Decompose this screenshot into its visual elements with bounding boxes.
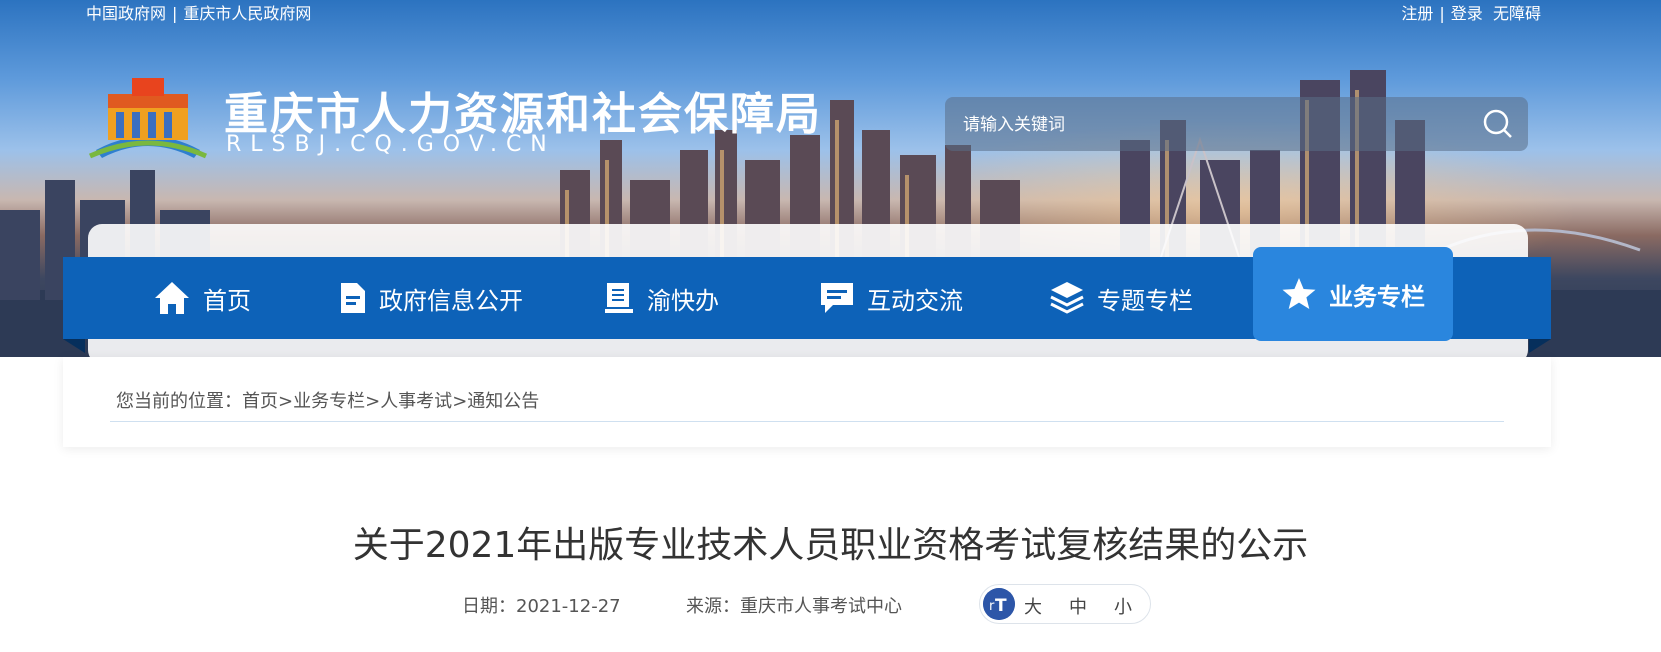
chat-icon: [821, 283, 853, 313]
nav-item-label: 互动交流: [867, 286, 963, 315]
article-source: 来源：重庆市人事考试中心: [686, 592, 902, 618]
nav-item-label: 业务专栏: [1329, 282, 1425, 311]
nav-item-label: 首页: [203, 286, 251, 315]
top-links-right: 注册 | 登录 无障碍: [1401, 0, 1541, 24]
nav-item-label: 政府信息公开: [379, 286, 523, 315]
source-value: 重庆市人事考试中心: [740, 596, 902, 617]
svg-text:T: T: [995, 596, 1007, 616]
top-links-left: 中国政府网 | 重庆市人民政府网: [86, 0, 311, 24]
link-separator: |: [1439, 4, 1445, 23]
breadcrumb-separator: >: [452, 391, 468, 412]
login-link[interactable]: 登录: [1451, 4, 1483, 23]
breadcrumb-notices[interactable]: 通知公告: [467, 391, 539, 412]
search-box: [945, 97, 1528, 153]
link-separator: |: [172, 4, 178, 23]
breadcrumb-business[interactable]: 业务专栏: [293, 391, 365, 412]
source-label: 来源：: [686, 596, 740, 617]
nav-item-business[interactable]: 业务专栏: [1253, 247, 1453, 341]
nav-ribbon-fold: [63, 339, 85, 353]
nav-item-gov-info[interactable]: 政府信息公开: [339, 257, 523, 339]
font-size-small[interactable]: 小: [1114, 593, 1132, 619]
breadcrumb-divider: [110, 421, 1504, 422]
breadcrumb-separator: >: [278, 391, 294, 412]
document-icon: [341, 283, 365, 313]
nav-item-label: 渝快办: [647, 286, 719, 315]
search-input[interactable]: [945, 97, 1465, 153]
accessibility-link[interactable]: 无障碍: [1493, 4, 1541, 23]
register-link[interactable]: 注册: [1401, 4, 1433, 23]
font-size-medium[interactable]: 中: [1069, 593, 1087, 619]
link-cq-gov[interactable]: 重庆市人民政府网: [183, 4, 311, 23]
font-size-switcher: r T 大 中 小: [979, 584, 1151, 624]
nav-ribbon-fold: [1529, 339, 1551, 353]
font-size-large[interactable]: 大: [1024, 593, 1042, 619]
search-icon[interactable]: [1482, 108, 1514, 140]
date-value: 2021-12-27: [516, 596, 621, 617]
breadcrumb: 您当前的位置：首页>业务专栏>人事考试>通知公告: [116, 387, 539, 413]
site-domain: RLSBJ.CQ.GOV.CN: [226, 132, 556, 157]
home-icon: [155, 282, 189, 314]
book-icon: [605, 283, 633, 313]
breadcrumb-prefix: 您当前的位置：: [116, 391, 242, 412]
nav-item-label: 专题专栏: [1097, 286, 1193, 315]
breadcrumb-home[interactable]: 首页: [242, 391, 278, 412]
nav-item-topics[interactable]: 专题专栏: [1049, 257, 1193, 339]
nav-item-interaction[interactable]: 互动交流: [819, 257, 963, 339]
article-title: 关于2021年出版专业技术人员职业资格考试复核结果的公示: [352, 525, 1309, 566]
date-label: 日期：: [462, 596, 516, 617]
site-logo-icon[interactable]: [86, 72, 210, 164]
link-gov-cn[interactable]: 中国政府网: [86, 4, 166, 23]
nav-item-home[interactable]: 首页: [153, 257, 251, 339]
breadcrumb-exam[interactable]: 人事考试: [380, 391, 452, 412]
font-size-icon: r T: [983, 588, 1015, 620]
article-date: 日期：2021-12-27: [462, 592, 621, 618]
layers-icon: [1050, 282, 1084, 314]
nav-item-yukuaiban[interactable]: 渝快办: [603, 257, 719, 339]
breadcrumb-separator: >: [365, 391, 381, 412]
star-icon: [1282, 278, 1316, 309]
main-nav: 首页 政府信息公开 渝快办 互动交流 专题专栏 业务专栏: [63, 247, 1551, 341]
